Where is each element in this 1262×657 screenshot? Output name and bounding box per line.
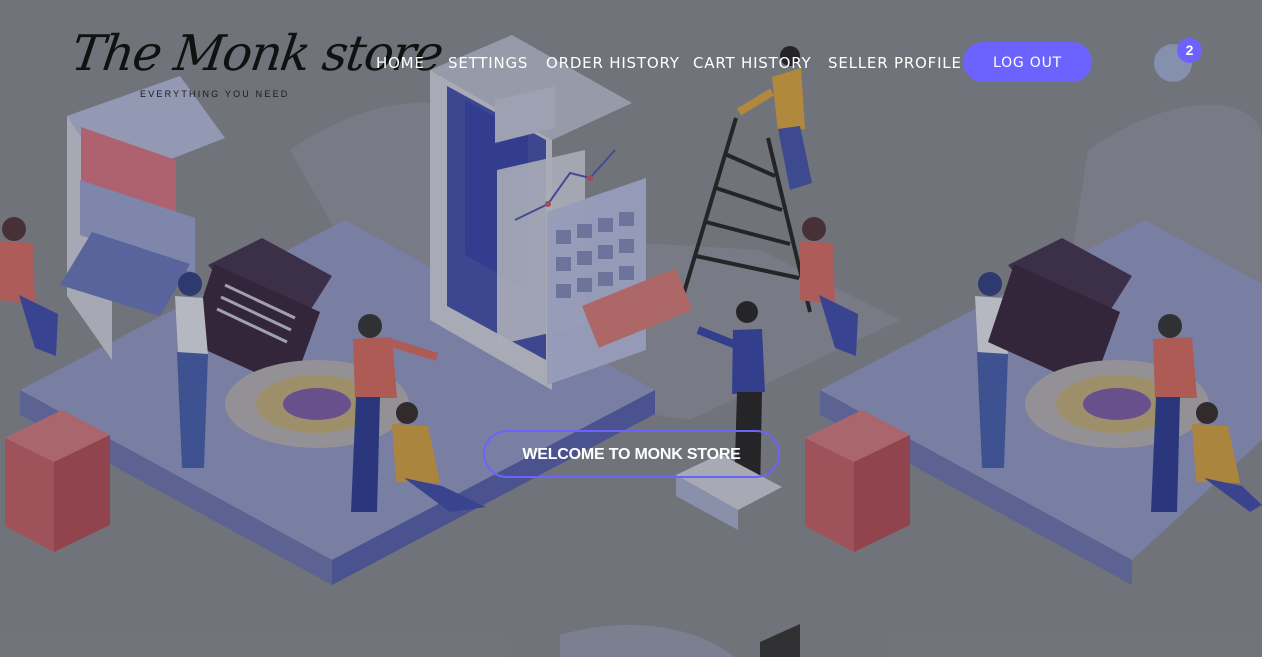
site-header: The Monk store EVERYTHING YOU NEED HOME … xyxy=(0,0,1262,112)
logout-button[interactable]: LOG OUT xyxy=(963,42,1092,82)
nav-settings-link[interactable]: SETTINGS xyxy=(448,53,528,73)
landing-page: The Monk store EVERYTHING YOU NEED HOME … xyxy=(0,0,1262,657)
nav-order-history-link[interactable]: ORDER HISTORY xyxy=(546,53,680,73)
cart-count-badge: 2 xyxy=(1177,38,1202,63)
nav-seller-profile-link[interactable]: SELLER PROFILE xyxy=(828,53,962,73)
site-logo[interactable]: The Monk store EVERYTHING YOU NEED xyxy=(68,18,446,102)
welcome-button[interactable]: WELCOME TO MONK STORE xyxy=(483,430,780,478)
nav-cart-history-link[interactable]: CART HISTORY xyxy=(693,53,811,73)
logo-tagline: EVERYTHING YOU NEED xyxy=(140,89,290,99)
nav-home-link[interactable]: HOME xyxy=(376,53,425,73)
